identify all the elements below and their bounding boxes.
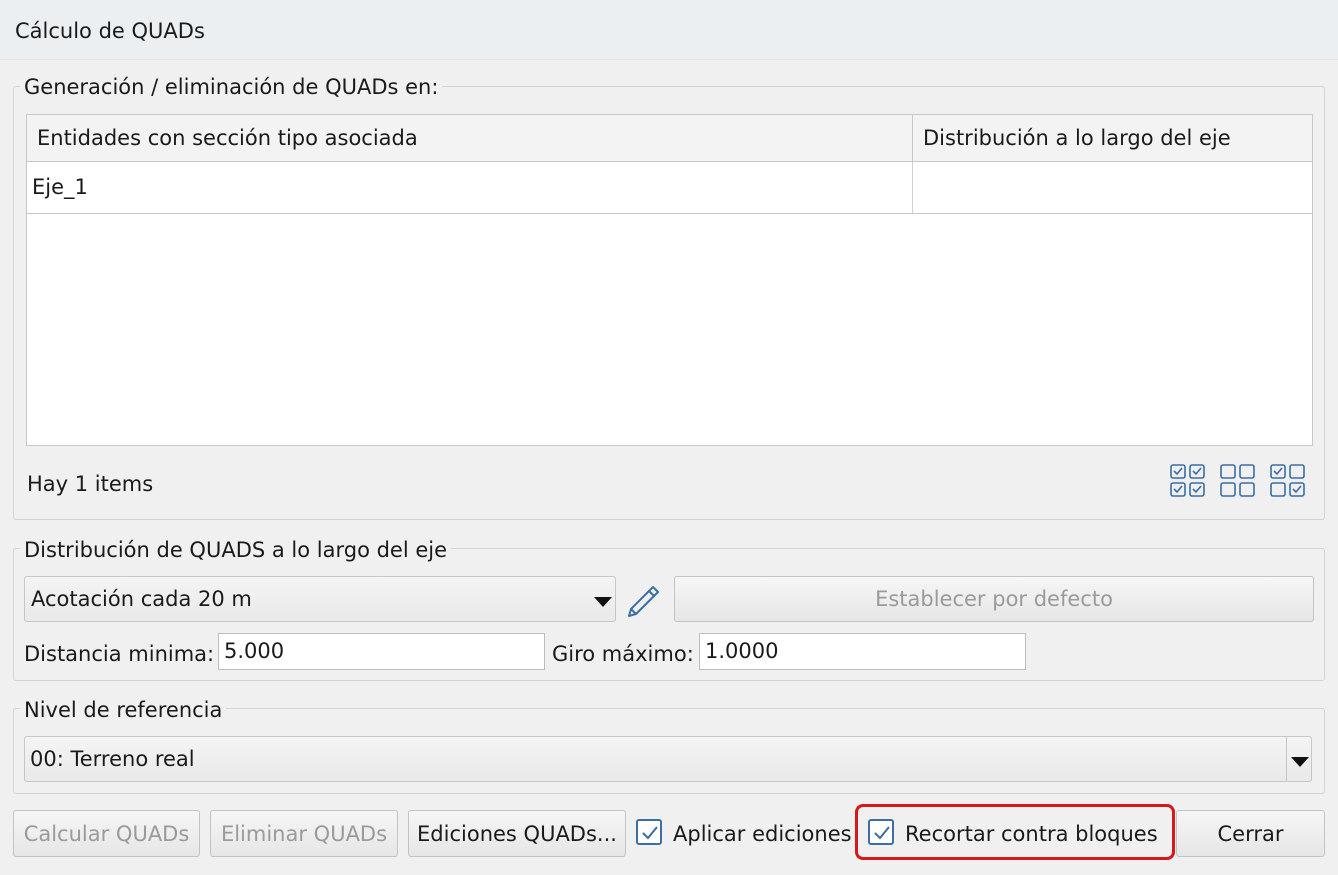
table-row[interactable]: Eje_1 — [27, 162, 1312, 214]
reference-group-legend: Nivel de referencia — [20, 697, 227, 723]
items-count: Hay 1 items — [27, 472, 154, 496]
column-header-entities[interactable]: Entidades con sección tipo asociada — [27, 115, 913, 162]
window-title: Cálculo de QUADs — [15, 19, 205, 43]
min-distance-input[interactable]: 5.000 — [218, 633, 545, 670]
distribution-mode-select[interactable]: Acotación cada 20 m — [24, 576, 616, 622]
entities-group-legend: Generación / eliminación de QUADs en: — [20, 74, 443, 100]
calculate-quads-button[interactable]: Calcular QUADs — [13, 810, 200, 857]
pencil-icon[interactable] — [622, 578, 662, 620]
delete-quads-button[interactable]: Eliminar QUADs — [210, 810, 398, 857]
table-cell-distribution — [913, 162, 1312, 213]
clip-blocks-label[interactable]: Recortar contra bloques — [905, 821, 1158, 847]
reference-dropdown-divider — [1286, 737, 1287, 781]
select-none-icon[interactable] — [1220, 463, 1256, 499]
entities-table[interactable]: Entidades con sección tipo asociada Dist… — [26, 114, 1313, 446]
clip-blocks-checkbox[interactable] — [868, 819, 894, 845]
distribution-group-legend: Distribución de QUADS a lo largo del eje — [20, 537, 452, 563]
table-cell-entity: Eje_1 — [27, 162, 913, 213]
reference-level-value: 00: Terreno real — [30, 747, 195, 771]
chevron-down-icon[interactable] — [594, 597, 612, 607]
set-default-button[interactable]: Establecer por defecto — [674, 576, 1314, 622]
quad-edits-button[interactable]: Ediciones QUADs... — [408, 810, 626, 857]
column-header-distribution[interactable]: Distribución a lo largo del eje — [913, 115, 1312, 162]
reference-level-select[interactable]: 00: Terreno real — [24, 736, 1312, 782]
max-turn-input[interactable]: 1.0000 — [699, 633, 1026, 670]
chevron-down-icon[interactable] — [1291, 757, 1309, 767]
select-all-icon[interactable] — [1170, 463, 1206, 499]
apply-edits-label[interactable]: Aplicar ediciones — [673, 821, 852, 847]
distribution-mode-value: Acotación cada 20 m — [31, 587, 252, 611]
apply-edits-checkbox[interactable] — [636, 819, 662, 845]
close-button[interactable]: Cerrar — [1176, 810, 1325, 857]
min-distance-label: Distancia minima: — [24, 642, 215, 666]
invert-selection-icon[interactable] — [1270, 463, 1306, 499]
max-turn-label: Giro máximo: — [552, 642, 694, 666]
